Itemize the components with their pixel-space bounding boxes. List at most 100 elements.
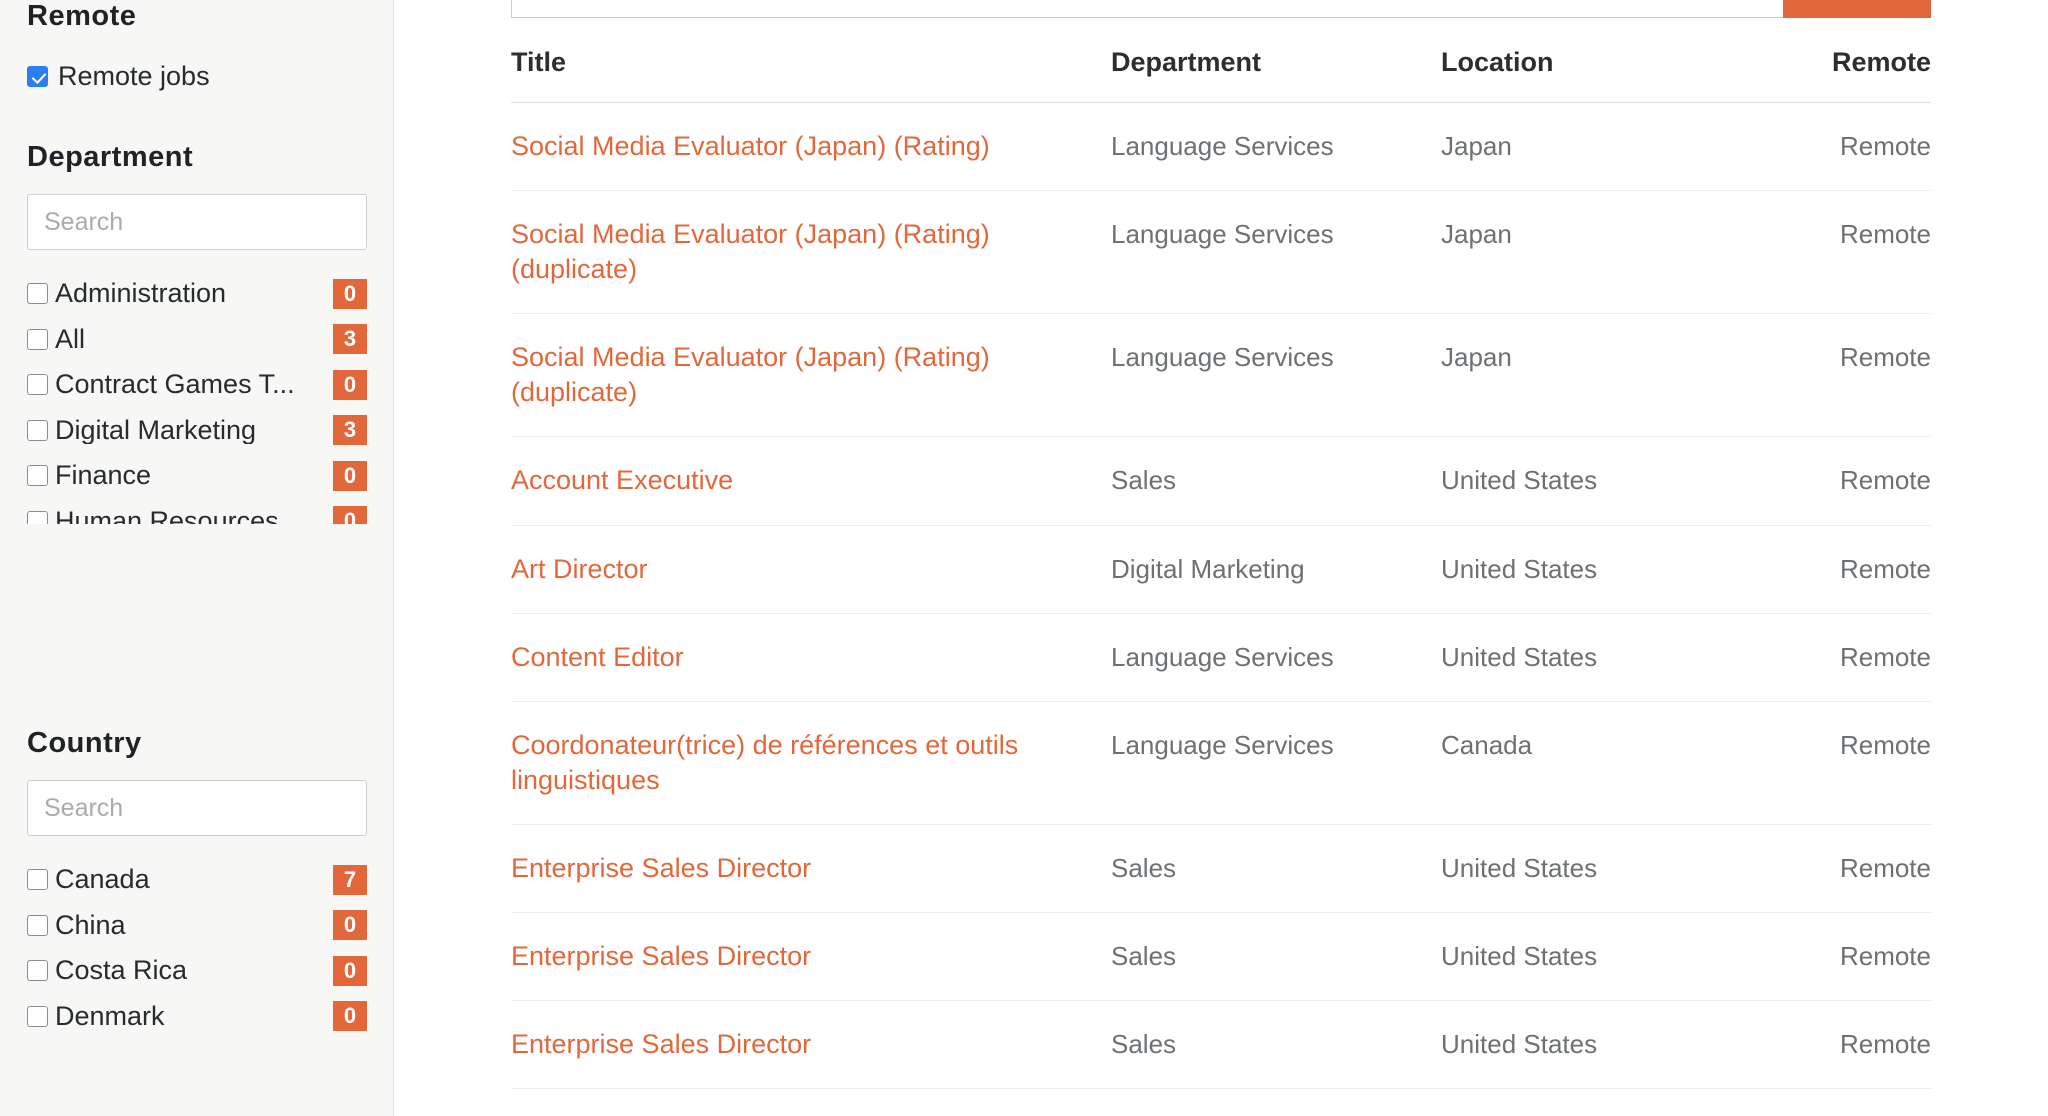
facet-item-label: Human Resources [55, 507, 279, 524]
facet-count-badge: 0 [333, 955, 367, 986]
checkbox-icon[interactable] [27, 960, 48, 982]
remote-jobs-row[interactable]: Remote jobs [27, 63, 367, 90]
job-title-link[interactable]: Art Director [511, 554, 648, 584]
facet-count-badge: 0 [333, 506, 367, 524]
column-header-department[interactable]: Department [1111, 47, 1441, 103]
facet-remote: Remote Remote jobs [27, 0, 367, 90]
facet-item-contract-games-testing[interactable]: Contract Games T... 0 [27, 362, 367, 408]
cell-title: Enterprise Sales Director [511, 1088, 1111, 1116]
remote-jobs-checkbox[interactable] [27, 66, 48, 87]
cell-title: Enterprise Sales Director [511, 1000, 1111, 1090]
cell-remote: Remote [1759, 525, 1931, 614]
facet-item-label: Contract Games T... [55, 371, 295, 399]
facet-department: Department Administration 0 All 3 Contra… [27, 143, 367, 524]
cell-department: Language Services [1111, 613, 1441, 702]
cell-department: Language Services [1111, 190, 1441, 315]
job-title-link[interactable]: Enterprise Sales Director [511, 1029, 811, 1059]
checkbox-icon[interactable] [27, 328, 48, 350]
cell-title: Coordonateur(trice) de références et out… [511, 701, 1111, 825]
facet-item-label: Canada [55, 866, 150, 894]
column-header-title[interactable]: Title [511, 47, 1111, 103]
facet-item-human-resources[interactable]: Human Resources 0 [27, 499, 367, 524]
checkbox-icon[interactable] [27, 1005, 48, 1027]
checkbox-icon[interactable] [27, 510, 48, 524]
cell-location: United States [1441, 1000, 1759, 1090]
job-title-link[interactable]: Account Executive [511, 465, 733, 495]
facet-item-digital-marketing[interactable]: Digital Marketing 3 [27, 408, 367, 454]
checkbox-icon[interactable] [27, 914, 48, 936]
facet-count-badge: 3 [333, 324, 367, 355]
cell-title: Social Media Evaluator (Japan) (Rating) … [511, 190, 1111, 315]
cell-location: Japan [1441, 190, 1759, 315]
table-row: Account Executive Sales United States Remot… [511, 436, 1931, 526]
cell-department: Language Services [1111, 313, 1441, 438]
cell-title: Social Media Evaluator (Japan) (Rating) … [511, 313, 1111, 438]
cell-remote: Remote [1759, 613, 1931, 702]
facet-count-badge: 0 [333, 369, 367, 400]
cell-location: Japan [1441, 313, 1759, 438]
facet-item-finance[interactable]: Finance 0 [27, 453, 367, 499]
job-title-link[interactable]: Social Media Evaluator (Japan) (Rating) [511, 131, 990, 161]
facet-item-costa-rica[interactable]: Costa Rica 0 [27, 948, 367, 994]
facet-item-china[interactable]: China 0 [27, 903, 367, 949]
cell-remote: Remote [1759, 102, 1931, 192]
facet-country: Country Canada 7 China 0 Costa Rica 0 [27, 729, 367, 1039]
checkbox-icon[interactable] [27, 283, 48, 305]
department-search-input[interactable] [27, 194, 367, 250]
cell-location: United States [1441, 824, 1759, 914]
cell-title: Enterprise Sales Director [511, 912, 1111, 1002]
cell-remote: Remote [1759, 912, 1931, 1002]
search-button[interactable]: SEARCH [1783, 0, 1931, 18]
cell-remote: Remote [1759, 436, 1931, 526]
cell-remote: Remote [1759, 313, 1931, 438]
facet-item-label: All [55, 325, 86, 353]
job-title-link[interactable]: Social Media Evaluator (Japan) (Rating) … [511, 342, 990, 407]
country-facet-list[interactable]: Canada 7 China 0 Costa Rica 0 Denmark 0 [27, 857, 367, 1039]
facet-item-administration[interactable]: Administration 0 [27, 271, 367, 317]
cell-department: Sales [1111, 436, 1441, 526]
checkbox-icon[interactable] [27, 374, 48, 396]
cell-title: Content Editor [511, 613, 1111, 702]
cell-title: Account Executive [511, 436, 1111, 526]
column-header-location[interactable]: Location [1441, 47, 1759, 103]
table-row: Enterprise Sales Director Sales United Sta… [511, 824, 1931, 914]
checkbox-icon[interactable] [27, 869, 48, 891]
country-search-input[interactable] [27, 780, 367, 836]
job-search-bar: SEARCH [511, 0, 1931, 18]
cell-title: Social Media Evaluator (Japan) (Rating) [511, 102, 1111, 192]
department-facet-list[interactable]: Administration 0 All 3 Contract Games T.… [27, 271, 367, 524]
table-row: Art Director Digital Marketing United Stat… [511, 525, 1931, 614]
job-title-link[interactable]: Content Editor [511, 642, 684, 672]
facet-item-label: Denmark [55, 1002, 165, 1030]
column-header-remote[interactable]: Remote [1759, 47, 1931, 103]
checkbox-icon[interactable] [27, 465, 48, 487]
cell-location: Japan [1441, 102, 1759, 192]
job-title-link[interactable]: Enterprise Sales Director [511, 941, 811, 971]
job-title-link[interactable]: Coordonateur(trice) de références et out… [511, 730, 1018, 795]
filters-sidebar: Remote Remote jobs Department Administra… [0, 0, 394, 1116]
facet-country-title: Country [27, 727, 142, 759]
job-title-link[interactable]: Enterprise Sales Director [511, 853, 811, 883]
cell-location: United States [1441, 1088, 1759, 1116]
checkbox-icon[interactable] [27, 419, 48, 441]
facet-item-denmark[interactable]: Denmark 0 [27, 994, 367, 1040]
cell-department: Sales [1111, 824, 1441, 914]
facet-count-badge: 0 [333, 1001, 367, 1032]
facet-item-canada[interactable]: Canada 7 [27, 857, 367, 903]
table-row: Content Editor Language Services United St… [511, 613, 1931, 702]
facet-item-label: Finance [55, 462, 152, 490]
jobs-table-head: Title Department Location Remote [511, 47, 1931, 103]
jobs-table: Title Department Location Remote Social … [511, 47, 1931, 1116]
facet-count-badge: 0 [333, 460, 367, 491]
job-title-link[interactable]: Social Media Evaluator (Japan) (Rating) … [511, 219, 990, 284]
cell-location: Canada [1441, 701, 1759, 825]
facet-item-label: Costa Rica [55, 957, 188, 985]
cell-department: Digital Marketing [1111, 525, 1441, 614]
cell-location: United States [1441, 613, 1759, 702]
job-search-input[interactable] [511, 0, 1783, 18]
cell-title: Enterprise Sales Director [511, 824, 1111, 914]
facet-item-all[interactable]: All 3 [27, 317, 367, 363]
table-row: Enterprise Sales DirectorLegalUnited Sta… [511, 1088, 1931, 1116]
table-row: Enterprise Sales Director Sales United Sta… [511, 912, 1931, 1002]
cell-department: Legal [1111, 1088, 1441, 1116]
